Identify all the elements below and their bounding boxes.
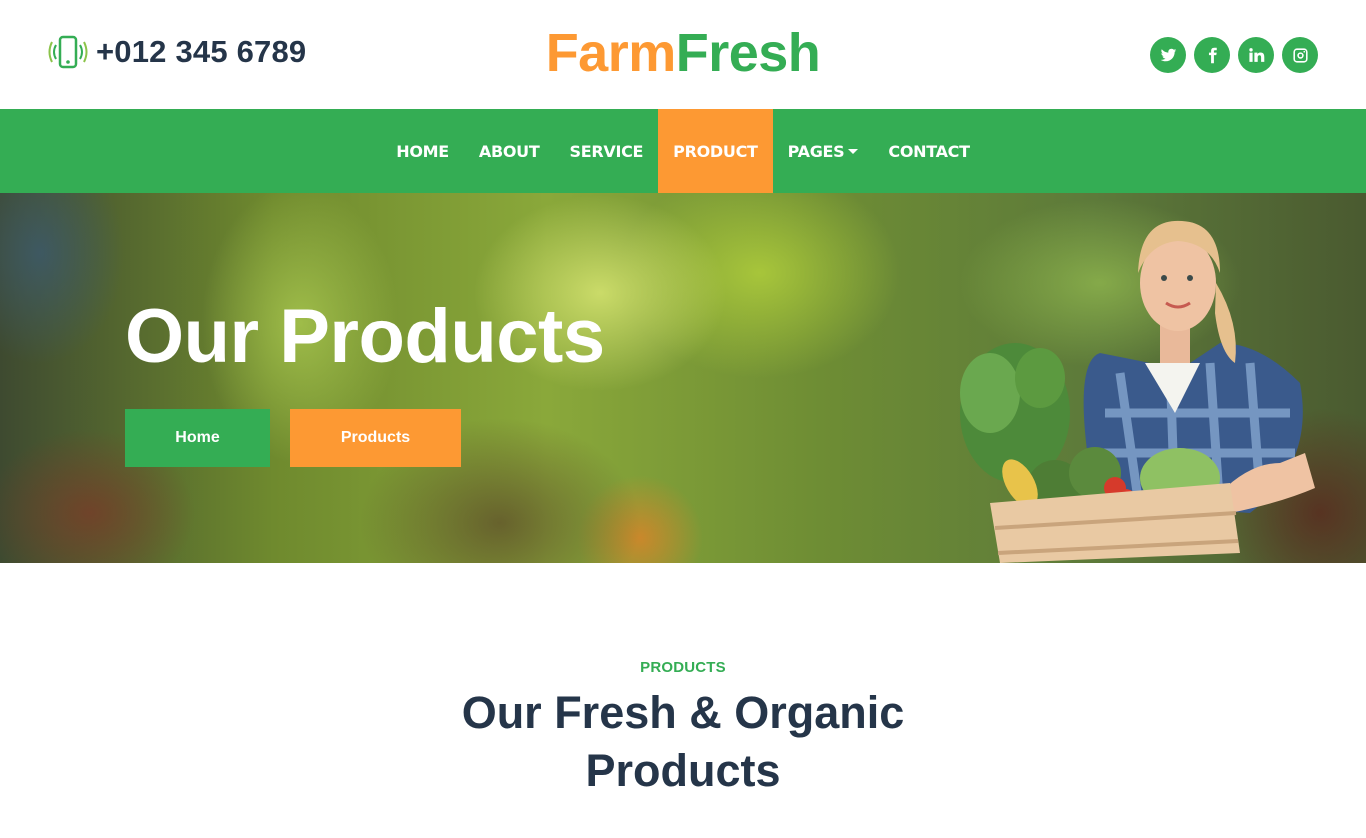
- instagram-button[interactable]: [1282, 37, 1318, 73]
- breadcrumb-home-button[interactable]: Home: [125, 409, 270, 467]
- linkedin-button[interactable]: [1238, 37, 1274, 73]
- farmer-with-vegetables-illustration: [960, 220, 1315, 563]
- nav-about[interactable]: ABOUT: [464, 109, 555, 193]
- logo-fresh: Fresh: [675, 23, 821, 83]
- facebook-icon: [1208, 47, 1217, 63]
- products-section: PRODUCTS Our Fresh & Organic Products: [0, 563, 1366, 800]
- nav-home[interactable]: HOME: [381, 109, 464, 193]
- nav-contact[interactable]: CONTACT: [873, 109, 984, 193]
- social-links: [1150, 37, 1318, 73]
- page-hero: Our Products Home Products: [0, 193, 1366, 563]
- top-header: +012 345 6789 FarmFresh: [0, 0, 1366, 109]
- section-eyebrow: PRODUCTS: [640, 659, 726, 676]
- facebook-button[interactable]: [1194, 37, 1230, 73]
- twitter-icon: [1160, 48, 1176, 61]
- logo-farm: Farm: [545, 23, 677, 83]
- breadcrumb-products-button[interactable]: Products: [290, 409, 461, 467]
- nav-pages-dropdown[interactable]: PAGES: [773, 109, 874, 193]
- linkedin-icon: [1248, 47, 1264, 62]
- caret-down-icon: [848, 149, 859, 154]
- section-title: Our Fresh & Organic Products: [461, 687, 905, 796]
- twitter-button[interactable]: [1150, 37, 1186, 73]
- nav-pages-label: PAGES: [787, 141, 845, 161]
- instagram-icon: [1292, 47, 1308, 63]
- hero-title: Our Products: [125, 294, 605, 379]
- nav-product[interactable]: PRODUCT: [658, 109, 773, 193]
- main-nav: HOME ABOUT SERVICE PRODUCT PAGES CONTACT: [0, 109, 1366, 193]
- nav-service[interactable]: SERVICE: [554, 109, 658, 193]
